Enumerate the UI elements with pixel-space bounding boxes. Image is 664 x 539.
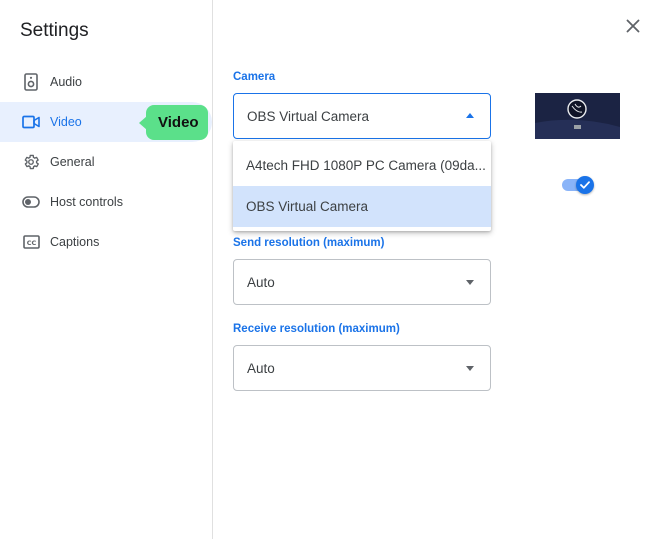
sidebar-item-captions[interactable]: CC Captions bbox=[0, 222, 212, 262]
video-tooltip: Video bbox=[139, 105, 208, 140]
sidebar-item-label: Captions bbox=[50, 235, 100, 249]
toggle-knob bbox=[576, 176, 594, 194]
receive-resolution-select[interactable]: Auto bbox=[233, 345, 491, 391]
sidebar: Settings Audio Video General Host contro… bbox=[0, 0, 213, 539]
mirror-video-toggle[interactable] bbox=[562, 176, 594, 194]
send-resolution-select[interactable]: Auto bbox=[233, 259, 491, 305]
close-icon bbox=[626, 19, 640, 38]
toggle-icon bbox=[22, 193, 40, 211]
sidebar-item-label: General bbox=[50, 155, 95, 169]
sidebar-nav: Audio Video General Host controls CC Cap… bbox=[0, 62, 212, 262]
send-resolution-value: Auto bbox=[247, 274, 275, 290]
speaker-icon bbox=[22, 73, 40, 91]
video-camera-icon bbox=[22, 113, 40, 131]
sidebar-item-general[interactable]: General bbox=[0, 142, 212, 182]
sidebar-item-host-controls[interactable]: Host controls bbox=[0, 182, 212, 222]
caret-down-icon bbox=[466, 366, 474, 371]
gear-icon bbox=[22, 153, 40, 171]
sidebar-item-label: Audio bbox=[50, 75, 82, 89]
sidebar-item-audio[interactable]: Audio bbox=[0, 62, 212, 102]
camera-select[interactable]: OBS Virtual Camera bbox=[233, 93, 491, 139]
camera-label: Camera bbox=[233, 71, 276, 83]
close-button[interactable] bbox=[622, 17, 644, 39]
camera-option-obs[interactable]: OBS Virtual Camera bbox=[233, 186, 491, 227]
sidebar-item-label: Video bbox=[50, 115, 82, 129]
camera-option-a4tech[interactable]: A4tech FHD 1080P PC Camera (09da... bbox=[233, 145, 491, 186]
settings-dialog: Settings Audio Video General Host contro… bbox=[0, 0, 664, 539]
send-resolution-label: Send resolution (maximum) bbox=[233, 237, 385, 249]
svg-text:CC: CC bbox=[26, 239, 36, 247]
check-icon bbox=[580, 176, 590, 194]
settings-title: Settings bbox=[20, 20, 89, 41]
receive-resolution-value: Auto bbox=[247, 360, 275, 376]
video-preview bbox=[535, 93, 620, 139]
camera-selected-value: OBS Virtual Camera bbox=[247, 108, 370, 124]
camera-dropdown-menu: A4tech FHD 1080P PC Camera (09da... OBS … bbox=[233, 141, 491, 231]
caret-down-icon bbox=[466, 280, 474, 285]
caret-up-icon bbox=[466, 113, 474, 118]
sidebar-item-label: Host controls bbox=[50, 195, 123, 209]
receive-resolution-label: Receive resolution (maximum) bbox=[233, 323, 400, 335]
closed-captions-icon: CC bbox=[22, 233, 40, 251]
